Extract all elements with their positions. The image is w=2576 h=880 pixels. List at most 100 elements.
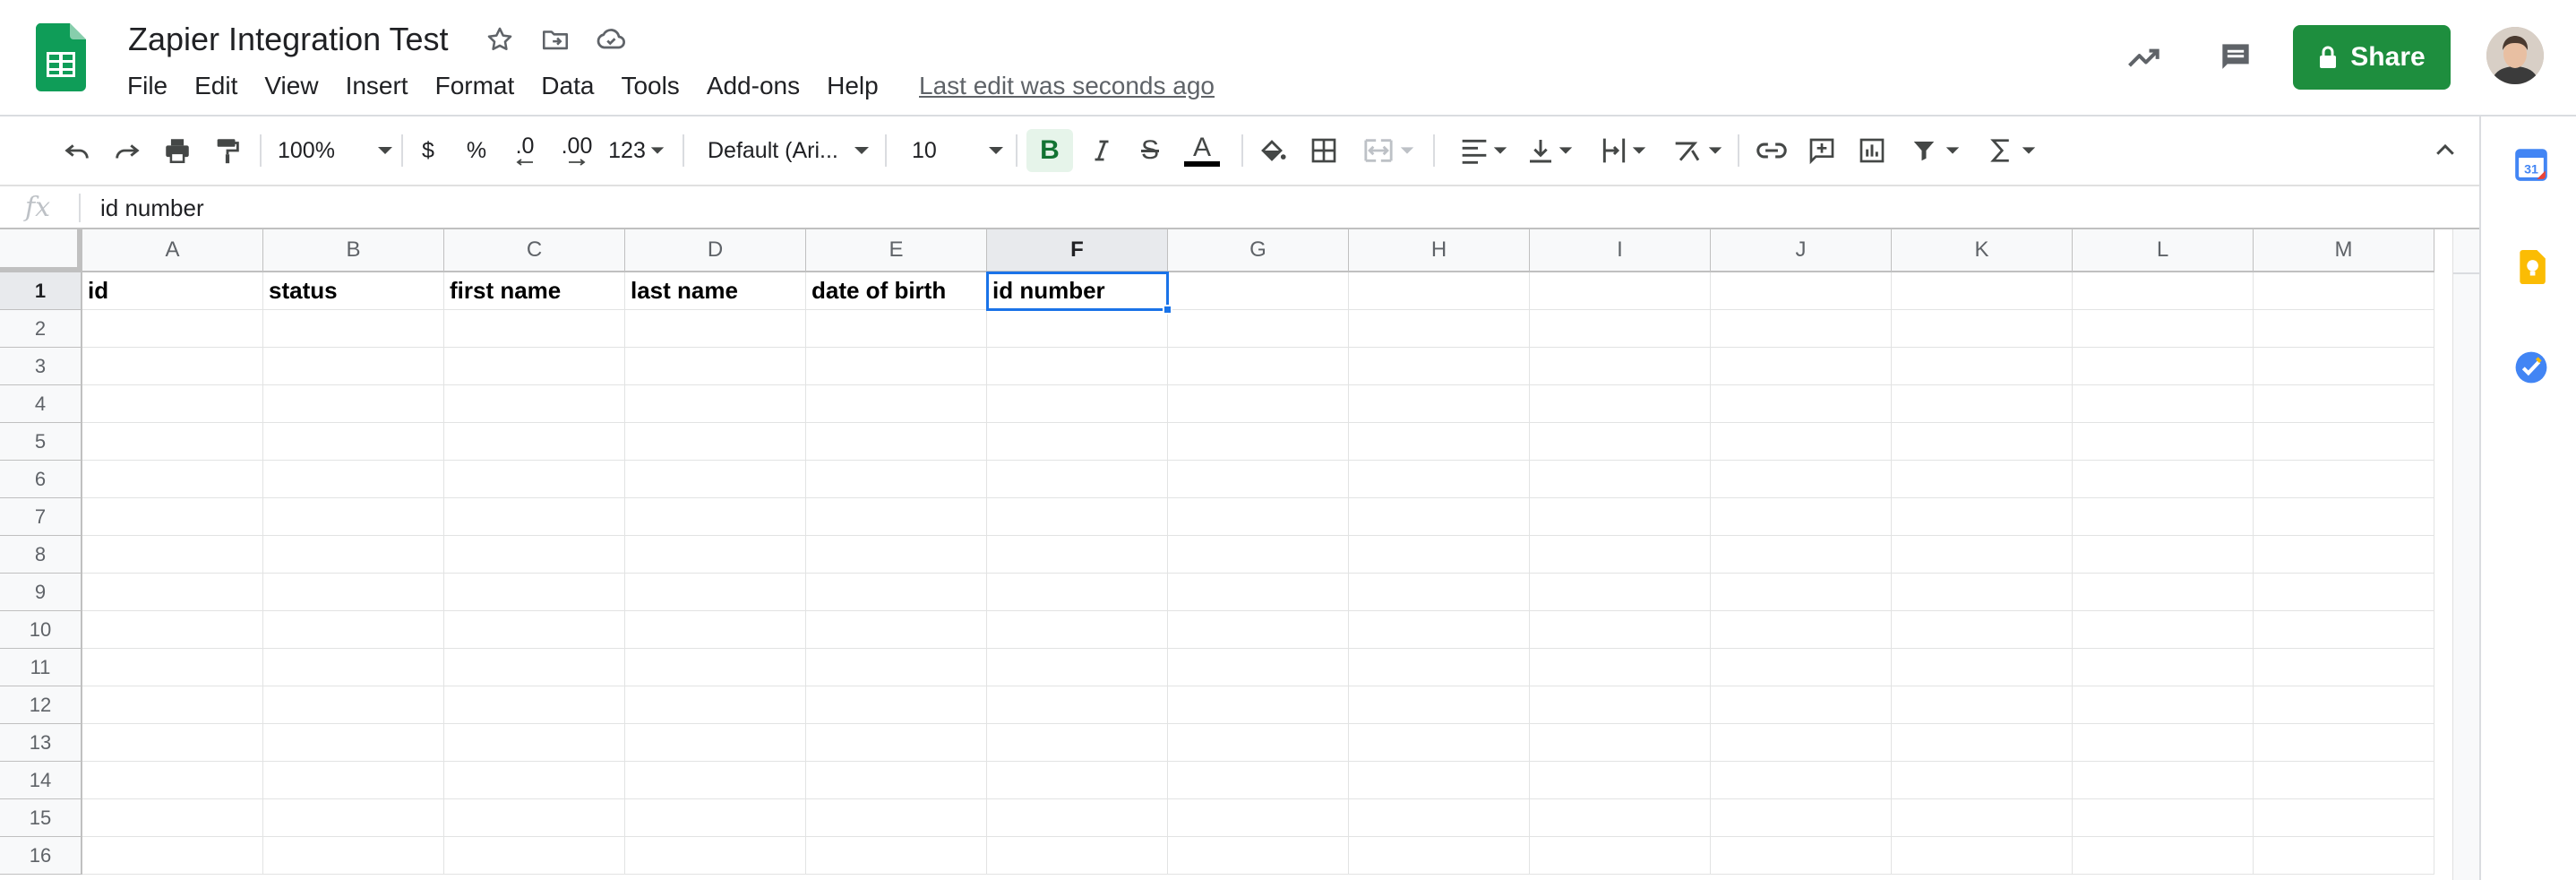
row-header-2[interactable]: 2	[0, 310, 82, 348]
cell-g14[interactable]	[1168, 762, 1349, 799]
cell-m1[interactable]	[2254, 272, 2434, 310]
zoom-select[interactable]: 100%	[278, 129, 394, 172]
cell-j8[interactable]	[1711, 536, 1892, 574]
cell-f7[interactable]	[987, 498, 1168, 536]
cell-k5[interactable]	[1892, 423, 2073, 461]
cell-k3[interactable]	[1892, 348, 2073, 385]
cell-f3[interactable]	[987, 348, 1168, 385]
column-header-g[interactable]: G	[1168, 229, 1349, 272]
print-icon[interactable]	[159, 129, 195, 172]
cell-l1[interactable]	[2073, 272, 2254, 310]
cell-e2[interactable]	[806, 310, 987, 348]
cell-k14[interactable]	[1892, 762, 2073, 799]
cell-c2[interactable]	[444, 310, 625, 348]
cell-j13[interactable]	[1711, 724, 1892, 762]
cell-f12[interactable]	[987, 686, 1168, 724]
borders-icon[interactable]	[1304, 129, 1344, 172]
cell-f10[interactable]	[987, 611, 1168, 649]
cell-c16[interactable]	[444, 837, 625, 875]
cell-i1[interactable]	[1530, 272, 1711, 310]
cell-f1[interactable]: id number	[987, 272, 1168, 310]
cell-b9[interactable]	[263, 574, 444, 611]
cell-e15[interactable]	[806, 799, 987, 837]
cell-g9[interactable]	[1168, 574, 1349, 611]
cell-f6[interactable]	[987, 461, 1168, 498]
cell-j12[interactable]	[1711, 686, 1892, 724]
menu-format[interactable]: Format	[434, 68, 517, 104]
cell-k2[interactable]	[1892, 310, 2073, 348]
row-header-13[interactable]: 13	[0, 724, 82, 762]
cell-f2[interactable]	[987, 310, 1168, 348]
cell-f11[interactable]	[987, 649, 1168, 686]
cell-c4[interactable]	[444, 385, 625, 423]
cell-a10[interactable]	[82, 611, 263, 649]
cell-g15[interactable]	[1168, 799, 1349, 837]
cell-d5[interactable]	[625, 423, 806, 461]
cell-k6[interactable]	[1892, 461, 2073, 498]
currency-format-button[interactable]: $	[412, 129, 444, 172]
cell-e13[interactable]	[806, 724, 987, 762]
cell-d8[interactable]	[625, 536, 806, 574]
cell-g8[interactable]	[1168, 536, 1349, 574]
more-formats-select[interactable]: 123	[607, 129, 666, 172]
cell-l10[interactable]	[2073, 611, 2254, 649]
cell-i14[interactable]	[1530, 762, 1711, 799]
cell-a12[interactable]	[82, 686, 263, 724]
cell-c10[interactable]	[444, 611, 625, 649]
cell-f13[interactable]	[987, 724, 1168, 762]
cell-e1[interactable]: date of birth	[806, 272, 987, 310]
cell-g11[interactable]	[1168, 649, 1349, 686]
cell-c3[interactable]	[444, 348, 625, 385]
menu-data[interactable]: Data	[539, 68, 596, 104]
cell-k7[interactable]	[1892, 498, 2073, 536]
cell-i12[interactable]	[1530, 686, 1711, 724]
sheets-logo-icon[interactable]	[35, 23, 86, 91]
vertical-align-icon[interactable]	[1523, 129, 1578, 172]
italic-icon[interactable]	[1082, 129, 1121, 172]
cell-h5[interactable]	[1349, 423, 1530, 461]
cell-a6[interactable]	[82, 461, 263, 498]
row-header-3[interactable]: 3	[0, 348, 82, 385]
horizontal-align-icon[interactable]	[1456, 129, 1512, 172]
menu-help[interactable]: Help	[825, 68, 880, 104]
comment-icon[interactable]	[2211, 32, 2261, 82]
strikethrough-button[interactable]: S	[1130, 129, 1170, 172]
cell-j2[interactable]	[1711, 310, 1892, 348]
column-header-d[interactable]: D	[625, 229, 806, 272]
cell-i16[interactable]	[1530, 837, 1711, 875]
cell-a5[interactable]	[82, 423, 263, 461]
cell-k11[interactable]	[1892, 649, 2073, 686]
cell-b11[interactable]	[263, 649, 444, 686]
cell-c5[interactable]	[444, 423, 625, 461]
cell-c11[interactable]	[444, 649, 625, 686]
cell-h15[interactable]	[1349, 799, 1530, 837]
cell-i11[interactable]	[1530, 649, 1711, 686]
row-header-14[interactable]: 14	[0, 762, 82, 799]
fill-color-icon[interactable]	[1252, 129, 1292, 172]
cell-g3[interactable]	[1168, 348, 1349, 385]
row-header-8[interactable]: 8	[0, 536, 82, 574]
column-header-e[interactable]: E	[806, 229, 987, 272]
functions-icon[interactable]	[1983, 129, 2042, 172]
cell-c8[interactable]	[444, 536, 625, 574]
cloud-saved-icon[interactable]	[593, 22, 629, 57]
cell-i5[interactable]	[1530, 423, 1711, 461]
cell-l6[interactable]	[2073, 461, 2254, 498]
cell-d7[interactable]	[625, 498, 806, 536]
select-all-corner[interactable]	[0, 229, 82, 272]
cell-b16[interactable]	[263, 837, 444, 875]
star-icon[interactable]	[482, 22, 518, 57]
cell-f9[interactable]	[987, 574, 1168, 611]
insert-chart-icon[interactable]	[1852, 129, 1892, 172]
cell-b8[interactable]	[263, 536, 444, 574]
cell-m16[interactable]	[2254, 837, 2434, 875]
cell-b6[interactable]	[263, 461, 444, 498]
row-header-11[interactable]: 11	[0, 649, 82, 686]
bold-button[interactable]: B	[1026, 129, 1073, 172]
menu-file[interactable]: File	[125, 68, 169, 104]
collapse-toolbar-icon[interactable]	[2426, 129, 2465, 172]
cell-a2[interactable]	[82, 310, 263, 348]
keep-icon[interactable]	[2513, 249, 2549, 285]
row-header-15[interactable]: 15	[0, 799, 82, 837]
cell-e7[interactable]	[806, 498, 987, 536]
